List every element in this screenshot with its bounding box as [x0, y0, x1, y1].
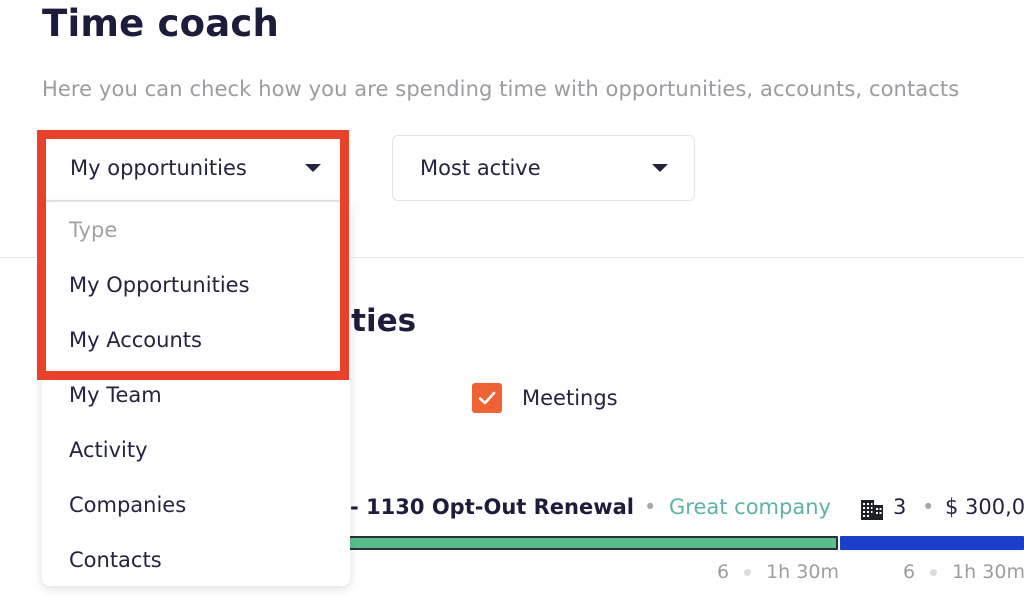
check-icon [478, 391, 496, 405]
menu-item-contacts[interactable]: Contacts [69, 548, 162, 572]
bar-segment-meetings[interactable] [840, 536, 1024, 550]
meetings-stat: 6 1h 30m [903, 561, 1024, 583]
bullet-dot [744, 568, 752, 576]
separator-dot: • [922, 495, 935, 519]
bullet-dot [930, 568, 938, 576]
calls-count: 6 [717, 561, 730, 583]
building-icon [861, 500, 883, 520]
type-dropdown-menu: Type My Opportunities My Accounts My Tea… [42, 201, 350, 586]
menu-item-my-opportunities[interactable]: My Opportunities [69, 273, 250, 297]
sort-select-value: Most active [420, 156, 541, 180]
time-coach-page: Time coach Here you can check how you ar… [0, 0, 1024, 596]
sort-select[interactable]: Most active [392, 135, 695, 201]
type-select[interactable]: My opportunities [42, 135, 348, 201]
menu-item-companies[interactable]: Companies [69, 493, 186, 517]
page-subtitle: Here you can check how you are spending … [42, 77, 960, 101]
page-title: Time coach [42, 2, 280, 45]
meetings-count: 6 [903, 561, 916, 583]
menu-item-activity[interactable]: Activity [69, 438, 148, 462]
opportunity-amount: $ 300,0 [945, 495, 1024, 519]
meetings-checkbox[interactable] [472, 383, 502, 413]
caret-down-icon [652, 164, 668, 172]
calls-duration: 1h 30m [766, 561, 839, 583]
meetings-duration: 1h 30m [952, 561, 1024, 583]
menu-item-my-team[interactable]: My Team [69, 383, 162, 407]
separator-dot: • [644, 495, 657, 519]
dropdown-header: Type [69, 218, 118, 242]
type-select-value: My opportunities [70, 156, 247, 180]
account-count: 3 [893, 495, 907, 519]
caret-down-icon [305, 164, 321, 172]
filter-meetings[interactable]: Meetings [472, 383, 618, 413]
menu-item-my-accounts[interactable]: My Accounts [69, 328, 202, 352]
company-link[interactable]: Great company [669, 495, 831, 519]
calls-stat: 6 1h 30m [717, 561, 839, 583]
filter-meetings-label: Meetings [522, 386, 618, 410]
